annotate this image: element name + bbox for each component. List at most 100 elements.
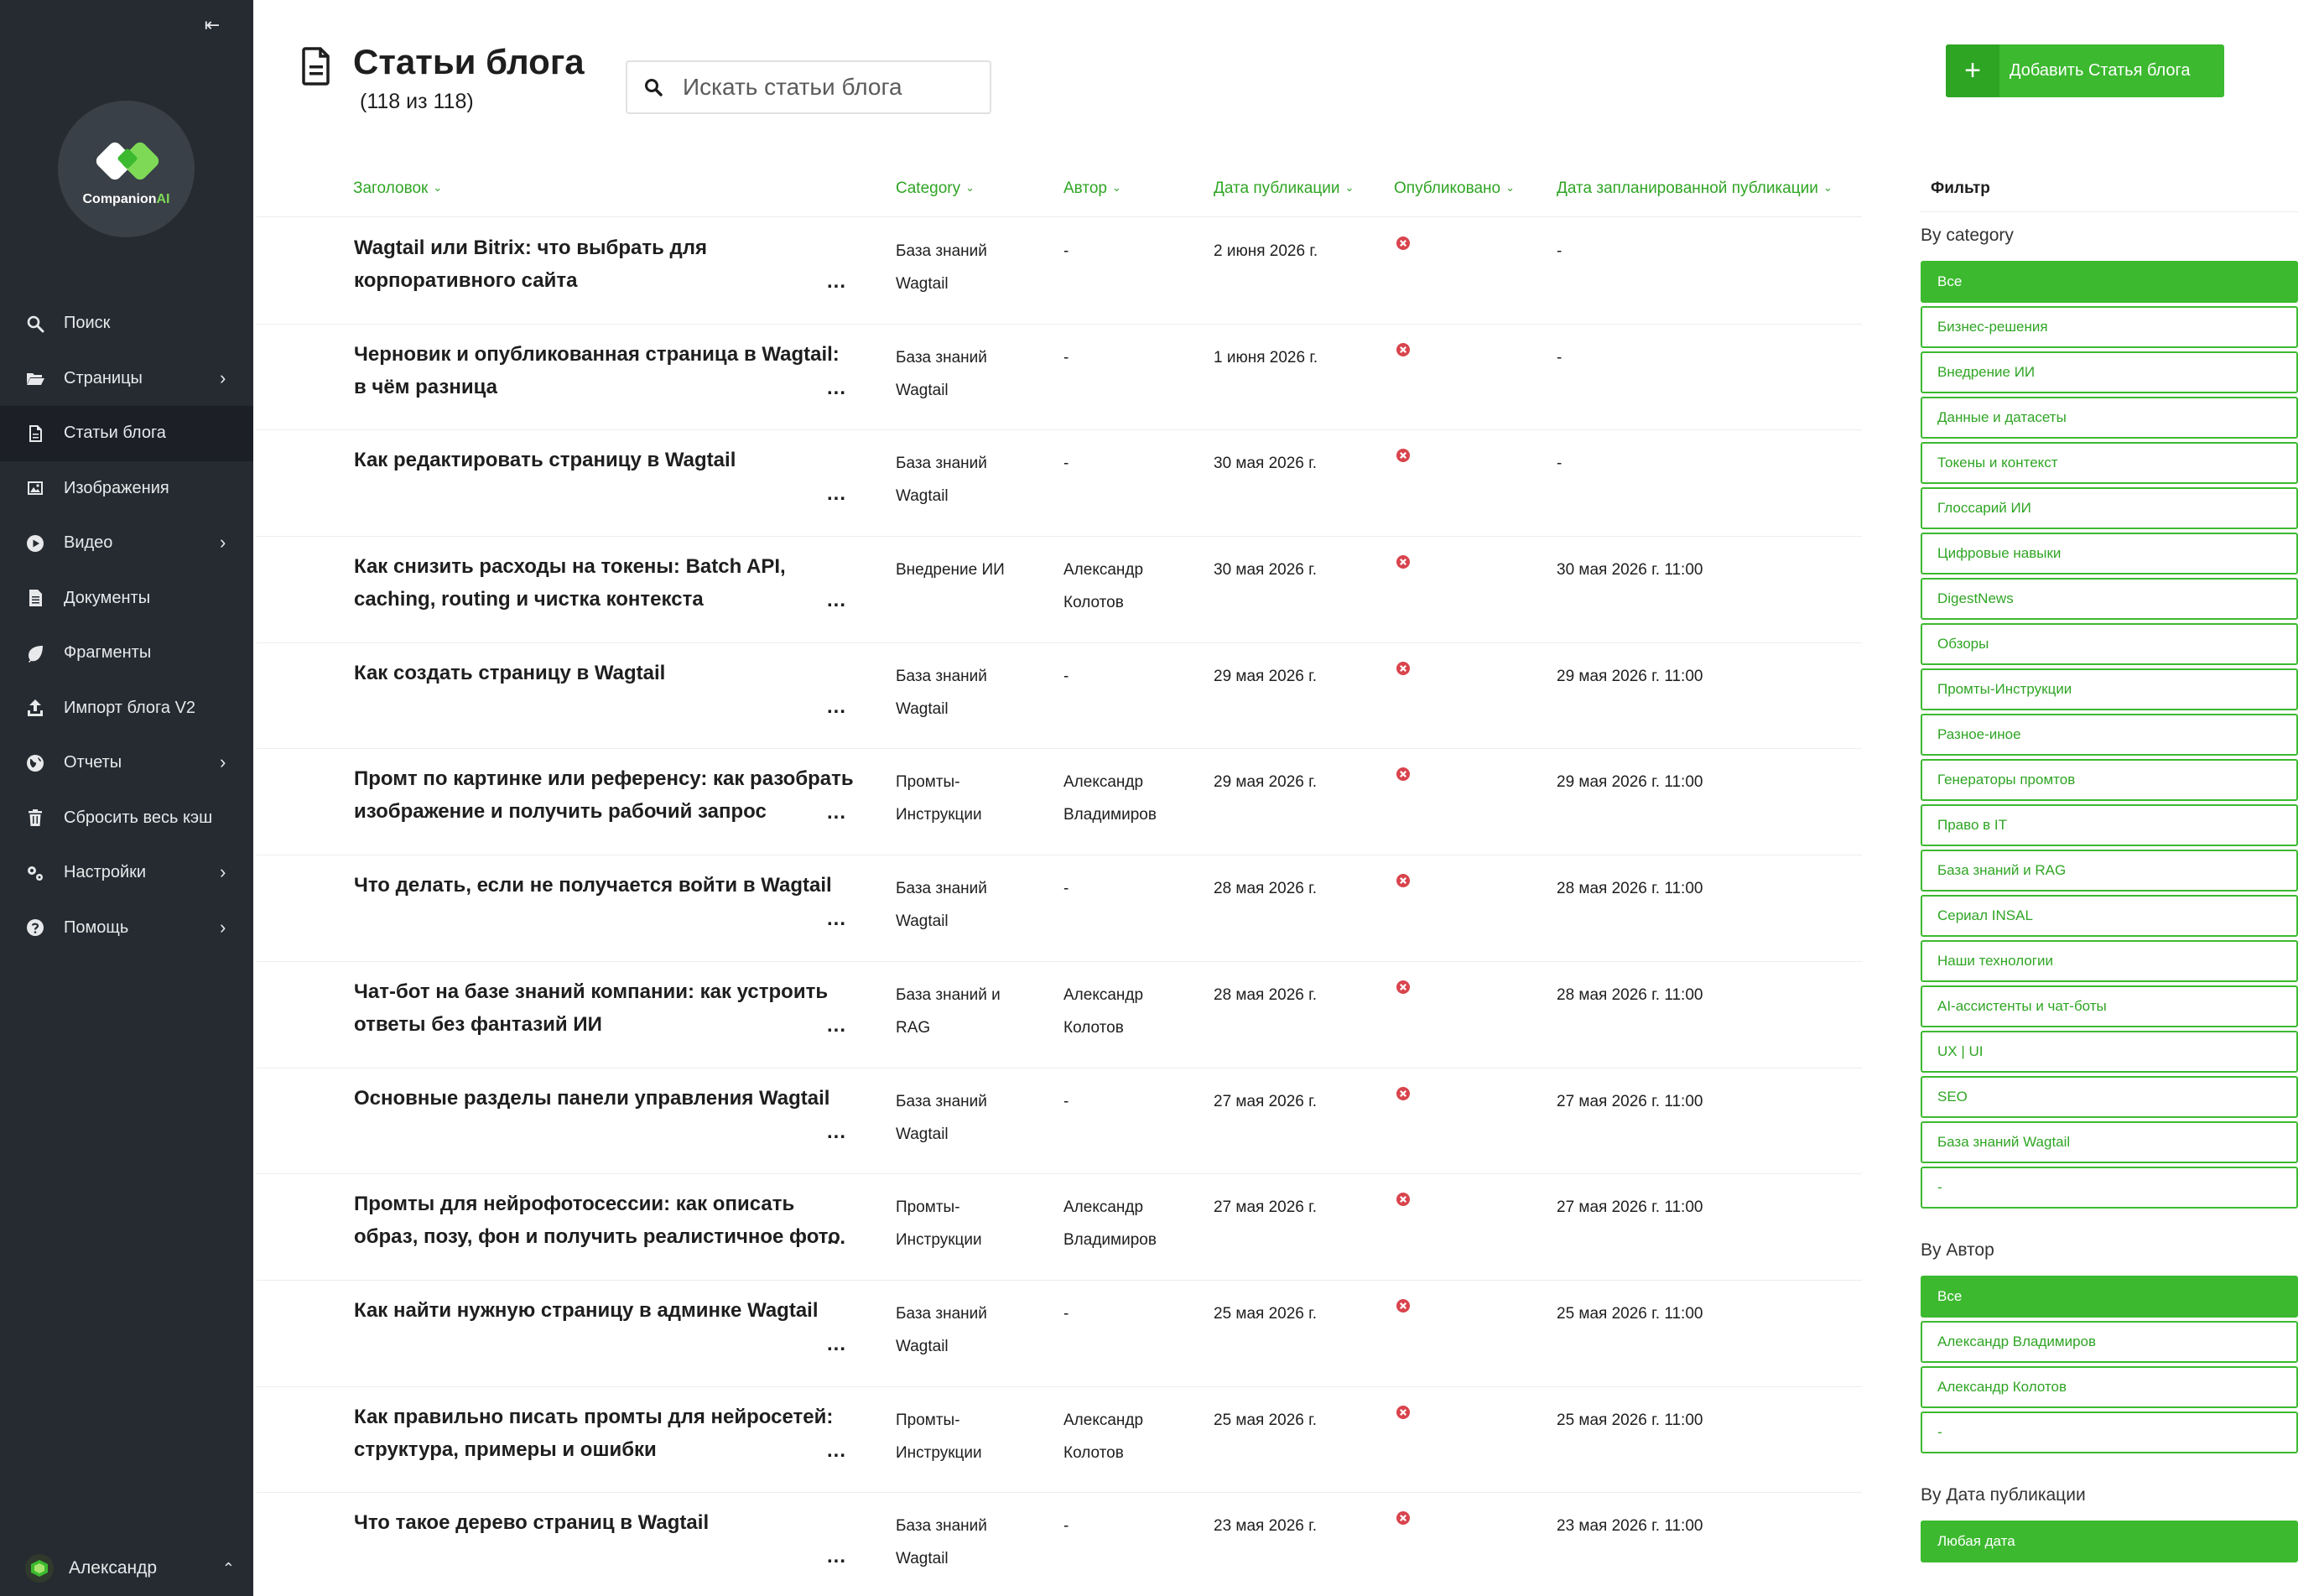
filter-category-chip-17[interactable]: UX | UI [1921,1031,2298,1073]
column-pubdate-label: Дата публикации [1214,179,1340,197]
more-actions-button[interactable]: ... [827,801,846,824]
sidebar-item-1[interactable]: Страницы › [0,351,253,407]
filter-author-chip-0[interactable]: Все [1921,1276,2298,1318]
post-title-link[interactable]: Как снизить расходы на токены: Batch API… [354,550,857,616]
column-scheduled-sort[interactable]: Дата запланированной публикации ⌄ [1557,179,1833,198]
post-title-link[interactable]: Как создать страницу в Wagtail [354,657,857,689]
add-blog-post-button[interactable]: + Добавить Статья блога [1946,44,2224,97]
post-author: - [1063,1304,1069,1323]
sidebar-item-label: Фрагменты [64,643,152,663]
filter-category-chip-12[interactable]: Право в IT [1921,804,2298,846]
filter-category-chip-9[interactable]: Промты-Инструкции [1921,668,2298,710]
sidebar-item-6[interactable]: Фрагменты [0,626,253,681]
post-category: База знаний Wagtail [896,1517,987,1568]
filter-category-chip-20[interactable]: - [1921,1167,2298,1209]
sidebar-item-4[interactable]: Видео › [0,516,253,571]
column-scheduled-label: Дата запланированной публикации [1557,179,1818,197]
post-title-link[interactable]: Как найти нужную страницу в админке Wagt… [354,1294,857,1327]
column-author-sort[interactable]: Автор ⌄ [1063,179,1121,198]
sidebar: ⇤ CompanionAI Поиск Страницы › Статьи блога… [0,0,253,1596]
post-title-link[interactable]: Чат-бот на базе знаний компании: как уст… [354,975,857,1041]
column-author-label: Автор [1063,179,1107,197]
filter-category-chip-8[interactable]: Обзоры [1921,623,2298,665]
post-category: База знаний Wagtail [896,1092,987,1143]
post-title-link[interactable]: Что делать, если не получается войти в W… [354,869,857,902]
post-scheduled-date: 27 мая 2026 г. 11:00 [1557,1198,1703,1217]
more-actions-button[interactable]: ... [827,482,846,506]
more-actions-button[interactable]: ... [827,377,846,400]
filter-category-chip-16[interactable]: AI-ассистенты и чат-боты [1921,985,2298,1027]
more-actions-button[interactable]: ... [827,1545,846,1568]
filter-category-chip-14[interactable]: Сериал INSAL [1921,895,2298,937]
more-actions-button[interactable]: ... [827,1226,846,1250]
post-author: - [1063,242,1069,260]
sidebar-item-7[interactable]: Импорт блога V2 [0,681,253,736]
filter-category-chip-10[interactable]: Разное-иное [1921,714,2298,756]
sidebar-item-label: Импорт блога V2 [64,698,196,717]
sidebar-item-9[interactable]: Сбросить весь кэш [0,791,253,846]
more-actions-button[interactable]: ... [827,1120,846,1144]
search-box[interactable] [626,60,991,114]
more-actions-button[interactable]: ... [827,695,846,719]
post-title-link[interactable]: Wagtail или Bitrix: что выбрать для корп… [354,231,857,297]
collapse-left-icon[interactable]: ⇤ [200,15,225,35]
sidebar-item-10[interactable]: Настройки › [0,845,253,901]
more-actions-button[interactable]: ... [827,270,846,294]
sidebar-item-0[interactable]: Поиск [0,296,253,351]
post-title-link[interactable]: Что такое дерево страниц в Wagtail [354,1506,857,1539]
filter-category-chip-13[interactable]: База знаний и RAG [1921,850,2298,892]
filter-date-chip-0[interactable]: Любая дата [1921,1521,2298,1562]
post-pub-date: 28 мая 2026 г. [1214,880,1318,898]
column-category-sort[interactable]: Category ⌄ [896,179,975,198]
filter-author-chip-3[interactable]: - [1921,1411,2298,1453]
post-category: База знаний и RAG [896,985,1001,1037]
post-scheduled-date: - [1557,348,1562,367]
search-input[interactable] [683,74,985,101]
more-actions-button[interactable]: ... [827,907,846,931]
more-actions-button[interactable]: ... [827,1439,846,1463]
filter-author-chip-2[interactable]: Александр Колотов [1921,1366,2298,1408]
chevron-down-icon: ⌄ [965,181,975,194]
post-title-link[interactable]: Как правильно писать промты для нейросет… [354,1401,857,1466]
sidebar-item-11[interactable]: Помощь › [0,901,253,956]
filter-category-chip-4[interactable]: Токены и контекст [1921,442,2298,484]
column-title-sort[interactable]: Заголовок ⌄ [353,179,442,198]
post-title-link[interactable]: Промт по картинке или референсу: как раз… [354,762,857,828]
sidebar-item-3[interactable]: Изображения [0,461,253,517]
filter-author-chip-1[interactable]: Александр Владимиров [1921,1321,2298,1363]
post-author: Александр Колотов [1063,1411,1144,1462]
filter-category-chip-2[interactable]: Внедрение ИИ [1921,351,2298,393]
table-body: Wagtail или Bitrix: что выбрать для корп… [257,218,1862,1596]
post-title-link[interactable]: Как редактировать страницу в Wagtail [354,444,857,476]
filter-category-chip-11[interactable]: Генераторы промтов [1921,759,2298,801]
filter-category-chip-18[interactable]: SEO [1921,1076,2298,1118]
table-row: Как создать страницу в Wagtail... База зн… [257,643,1862,750]
filter-category-chip-3[interactable]: Данные и датасеты [1921,397,2298,439]
filter-category-chip-1[interactable]: Бизнес-решения [1921,306,2298,348]
sidebar-item-2[interactable]: Статьи блога [0,406,253,461]
cogs-icon [25,863,45,883]
column-published-sort[interactable]: Опубликовано ⌄ [1394,179,1515,198]
more-actions-button[interactable]: ... [827,1333,846,1356]
more-actions-button[interactable]: ... [827,1014,846,1037]
filter-category-chip-0[interactable]: Все [1921,261,2298,303]
sidebar-item-5[interactable]: Документы [0,571,253,626]
filter-category-chip-6[interactable]: Цифровые навыки [1921,533,2298,574]
post-title-link[interactable]: Основные разделы панели управления Wagta… [354,1082,857,1115]
post-pub-date: 28 мая 2026 г. [1214,985,1318,1004]
post-title-link[interactable]: Промты для нейрофотосессии: как описать … [354,1188,857,1253]
more-actions-button[interactable]: ... [827,589,846,612]
post-pub-date: 25 мая 2026 г. [1214,1304,1318,1323]
sidebar-item-8[interactable]: Отчеты › [0,736,253,791]
unpublished-icon [1395,1510,1412,1526]
table-row: Черновик и опубликованная страница в Wag… [257,325,1862,431]
filter-category-chip-5[interactable]: Глоссарий ИИ [1921,487,2298,529]
filter-category-chip-7[interactable]: DigestNews [1921,578,2298,620]
post-author: Александр Владимиров [1063,773,1157,824]
filter-category-chip-19[interactable]: База знаний Wagtail [1921,1121,2298,1163]
post-title-link[interactable]: Черновик и опубликованная страница в Wag… [354,338,857,403]
user-menu[interactable]: Александр ⌃ [25,1553,235,1583]
column-pubdate-sort[interactable]: Дата публикации ⌄ [1214,179,1354,198]
post-author: - [1063,1092,1069,1110]
filter-category-chip-15[interactable]: Наши технологии [1921,940,2298,982]
